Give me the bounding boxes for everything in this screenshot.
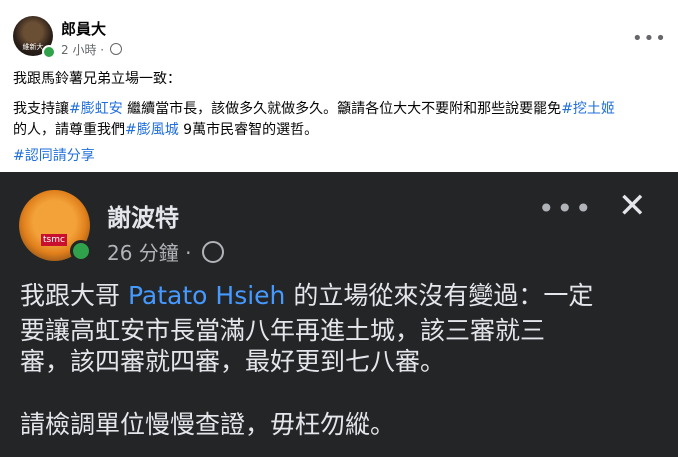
screenshot-more-icon: ••• bbox=[538, 192, 594, 225]
text: 的立場從來沒有變過：一定 bbox=[285, 281, 594, 310]
text: 9萬市民睿智的選哲。 bbox=[178, 122, 319, 138]
text: 的人，請尊重我們 bbox=[13, 122, 125, 138]
text: 我跟大哥 bbox=[20, 281, 128, 310]
author-name[interactable]: 郎員大 bbox=[61, 18, 106, 39]
online-status-dot bbox=[70, 240, 92, 262]
mention-link: Patato Hsieh bbox=[127, 281, 286, 310]
separator: · bbox=[100, 43, 105, 57]
close-icon: ✕ bbox=[618, 186, 647, 226]
post-timestamp[interactable]: 2 小時 · bbox=[61, 41, 122, 58]
hashtag-link[interactable]: #挖土姬 bbox=[561, 101, 615, 117]
post-header-area: 維新大 郎員大 2 小時 · ••• 我跟馬鈴薯兄弟立場一致： 我支持讓#膨虹安… bbox=[0, 0, 678, 172]
screenshot-author-name: 謝波特 bbox=[107, 204, 179, 232]
post-text-line-1: 我跟馬鈴薯兄弟立場一致： bbox=[13, 71, 181, 87]
text: 繼續當市長，該做多久就做多久。籲請各位大大不要附和那些說要罷免 bbox=[122, 101, 562, 117]
screenshot-text-line-4: 請檢調單位慢慢查證，毋枉勿縱。 bbox=[20, 410, 396, 439]
post-time: 2 小時 bbox=[61, 43, 97, 57]
post-text-line-3: 的人，請尊重我們#膨風城 9萬市民睿智的選哲。 bbox=[13, 119, 318, 139]
text: 我支持讓 bbox=[13, 101, 69, 117]
more-options-button[interactable]: ••• bbox=[632, 28, 667, 49]
separator: · bbox=[185, 241, 192, 265]
screenshot-timestamp: 26 分鐘 · bbox=[107, 237, 224, 266]
post-text-line-2: 我支持讓#膨虹安 繼續當市長，該做多久就做多久。籲請各位大大不要附和那些說要罷免… bbox=[13, 98, 615, 118]
avatar-label: tsmc bbox=[41, 234, 67, 246]
screenshot-text-line-3: 審，該四審就四審，最好更到七八審。 bbox=[20, 347, 446, 376]
hashtag-link[interactable]: #認同請分享 bbox=[13, 145, 95, 165]
screenshot-time: 26 分鐘 bbox=[107, 241, 179, 265]
facebook-post: 維新大 郎員大 2 小時 · ••• 我跟馬鈴薯兄弟立場一致： 我支持讓#膨虹安… bbox=[0, 0, 678, 457]
hashtag-link[interactable]: #膨風城 bbox=[125, 122, 179, 138]
globe-icon bbox=[201, 241, 224, 263]
screenshot-text-line-1: 我跟大哥 Patato Hsieh 的立場從來沒有變過：一定 bbox=[20, 276, 593, 312]
hashtag-link[interactable]: #膨虹安 bbox=[69, 101, 123, 117]
online-status-dot bbox=[42, 45, 56, 59]
globe-icon bbox=[109, 43, 122, 55]
